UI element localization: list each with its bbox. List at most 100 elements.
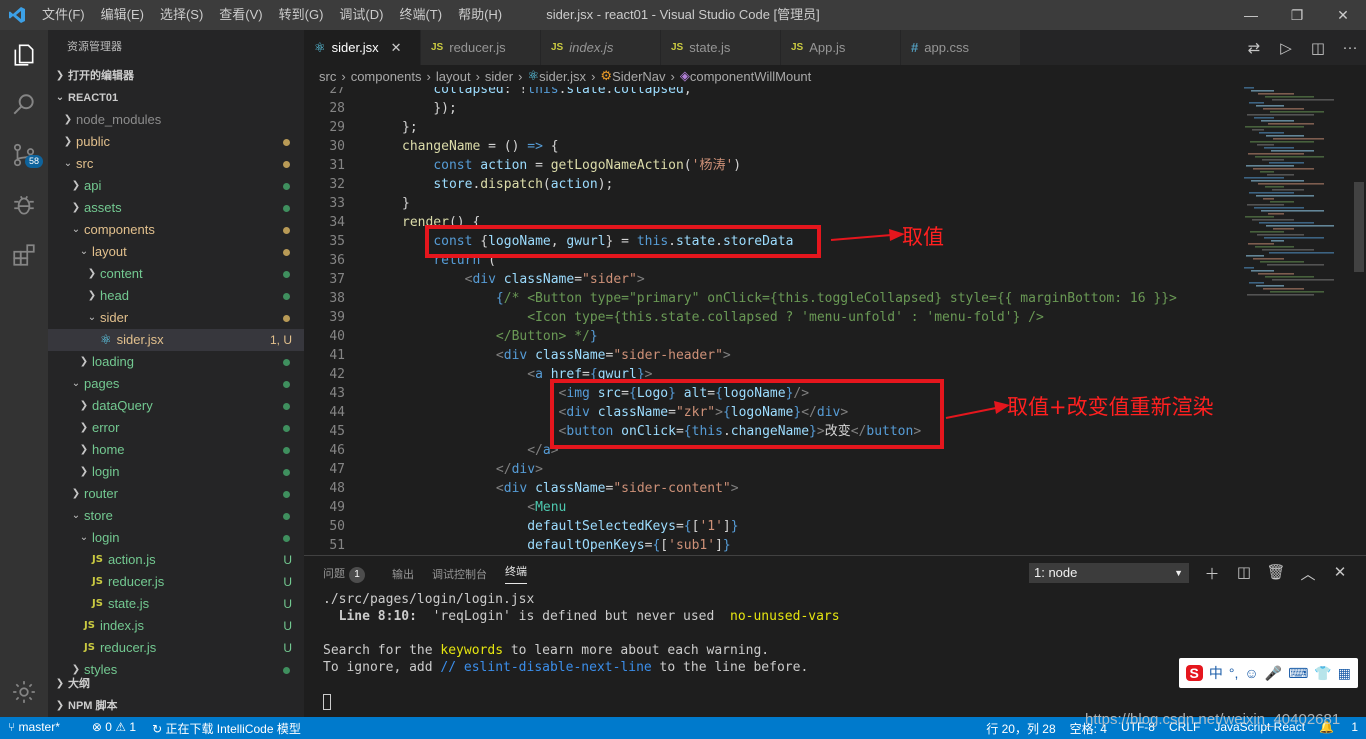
tree-item-reducer-js[interactable]: JS reducer.js U (48, 571, 304, 593)
project-section[interactable]: ⌄ REACT01 (48, 87, 304, 109)
menu-item-2[interactable]: 选择(S) (152, 0, 211, 30)
branch-status[interactable]: ⑂ master* (8, 720, 76, 737)
status-dot (283, 271, 290, 278)
panel-tab-3[interactable]: 终端 (505, 563, 527, 584)
ime-button-0[interactable]: 中 (1209, 663, 1223, 683)
tab-reducer-js[interactable]: JS reducer.js (421, 30, 541, 65)
tree-item-pages[interactable]: ⌄ pages (48, 373, 304, 395)
tree-item-layout[interactable]: ⌄ layout (48, 241, 304, 263)
terminal-output[interactable]: ./src/pages/login/login.jsx Line 8:10: '… (304, 591, 1366, 710)
chevron-up-icon[interactable]: ︿ (1292, 563, 1324, 584)
react-file-icon: ⚛ (527, 68, 540, 83)
tree-item-node_modules[interactable]: ❯ node_modules (48, 109, 304, 131)
tree-item-public[interactable]: ❯ public (48, 131, 304, 153)
menu-item-1[interactable]: 编辑(E) (93, 0, 152, 30)
menu-item-5[interactable]: 调试(D) (331, 0, 391, 30)
panel-tab-1[interactable]: 输出 (392, 566, 414, 582)
ime-toolbar[interactable]: S 中 °, ☺ 🎤 ⌨ 👕 ▦ (1178, 658, 1358, 688)
ime-button-1[interactable]: °, (1229, 665, 1239, 681)
breadcrumb-item[interactable]: layout (436, 69, 471, 84)
chevron-right-icon: ❯ (55, 700, 65, 711)
search-icon[interactable] (0, 80, 48, 130)
tree-item-index-js[interactable]: JS index.js U (48, 615, 304, 637)
editor-scrollbar[interactable] (1352, 87, 1366, 553)
tree-item-loading[interactable]: ❯ loading (48, 351, 304, 373)
ime-button-5[interactable]: 👕 (1314, 665, 1331, 682)
close-panel-icon[interactable]: ✕ (1324, 563, 1356, 584)
breadcrumb-item[interactable]: components (351, 69, 422, 84)
gear-icon[interactable] (0, 667, 48, 717)
tree-item-assets[interactable]: ❯ assets (48, 197, 304, 219)
tree-item-login[interactable]: ❯ login (48, 461, 304, 483)
minimap[interactable] (1242, 87, 1352, 297)
tree-item-store[interactable]: ⌄ store (48, 505, 304, 527)
close-icon[interactable]: ✕ (1320, 0, 1366, 30)
source-control-icon[interactable]: 58 (0, 130, 48, 180)
line-number: 43 (329, 386, 345, 401)
minimize-icon[interactable]: — (1228, 0, 1274, 30)
breadcrumb-item[interactable]: SiderNav (612, 69, 665, 84)
scrollbar-thumb[interactable] (1354, 182, 1364, 272)
tree-item-action-js[interactable]: JS action.js U (48, 549, 304, 571)
tree-item-src[interactable]: ⌄ src (48, 153, 304, 175)
breadcrumb-item[interactable]: sider.jsx (539, 69, 586, 84)
tree-item-head[interactable]: ❯ head (48, 285, 304, 307)
more-actions-icon[interactable]: ··· (1334, 39, 1366, 56)
tree-item-sider[interactable]: ⌄ sider (48, 307, 304, 329)
menu-item-0[interactable]: 文件(F) (34, 0, 93, 30)
close-tab-icon[interactable]: ✕ (391, 40, 402, 56)
tree-item-reducer-js[interactable]: JS reducer.js U (48, 637, 304, 659)
open-changes-icon[interactable]: ⇄ (1238, 39, 1270, 57)
breadcrumb-item[interactable]: sider (485, 69, 513, 84)
cursor-position[interactable]: 行 20，列 28 (986, 720, 1055, 737)
tree-item-sider-jsx[interactable]: ⚛ sider.jsx 1, U (48, 329, 304, 351)
panel-tab-0[interactable]: 问题 1 (323, 565, 374, 583)
tree-item-dataQuery[interactable]: ❯ dataQuery (48, 395, 304, 417)
outline-section[interactable]: ❯ 大纲 (48, 673, 304, 695)
tree-item-error[interactable]: ❯ error (48, 417, 304, 439)
run-icon[interactable]: ▷ (1270, 39, 1302, 57)
tree-item-label: sider.jsx (116, 332, 164, 347)
tree-item-router[interactable]: ❯ router (48, 483, 304, 505)
tree-item-components[interactable]: ⌄ components (48, 219, 304, 241)
intellicode-status[interactable]: ↻ 正在下载 IntelliCode 模型 (152, 720, 317, 737)
debug-icon[interactable] (0, 180, 48, 230)
trash-icon[interactable]: 🗑 (1260, 563, 1292, 584)
ime-button-4[interactable]: ⌨ (1288, 665, 1308, 682)
problems-status[interactable]: ⊗ 0 ⚠ 1 (92, 720, 136, 737)
ime-button-3[interactable]: 🎤 (1265, 665, 1282, 682)
chevron-down-icon: ⌄ (79, 246, 89, 257)
js-file-icon: JS (92, 576, 103, 587)
tree-item-home[interactable]: ❯ home (48, 439, 304, 461)
ime-button-2[interactable]: ☺ (1244, 665, 1258, 681)
terminal-select[interactable]: 1: node ▼ (1029, 563, 1189, 583)
npm-scripts-section[interactable]: ❯ NPM 脚本 (48, 695, 304, 717)
tree-item-api[interactable]: ❯ api (48, 175, 304, 197)
menu-item-3[interactable]: 查看(V) (211, 0, 270, 30)
tab-app-css[interactable]: # app.css (901, 30, 1021, 65)
menu-item-4[interactable]: 转到(G) (271, 0, 332, 30)
ime-button-6[interactable]: ▦ (1338, 665, 1351, 682)
menu-item-7[interactable]: 帮助(H) (450, 0, 510, 30)
plus-icon[interactable]: ＋ (1196, 563, 1228, 584)
split-terminal-icon[interactable]: ◫ (1228, 563, 1260, 584)
maximize-icon[interactable]: ❐ (1274, 0, 1320, 30)
line-number: 34 (329, 215, 345, 230)
panel-tab-2[interactable]: 调试控制台 (432, 566, 487, 582)
code-editor[interactable]: 51 defaultOpenKeys={['sub1']} 50 defaultS… (304, 87, 1366, 553)
split-editor-icon[interactable]: ◫ (1302, 39, 1334, 57)
breadcrumb-item[interactable]: componentWillMount (690, 69, 811, 84)
breadcrumb-item[interactable]: src (319, 69, 336, 84)
tree-item-login[interactable]: ⌄ login (48, 527, 304, 549)
tab-App-js[interactable]: JS App.js (781, 30, 901, 65)
tree-item-content[interactable]: ❯ content (48, 263, 304, 285)
explorer-icon[interactable] (0, 30, 48, 80)
tab-sider-jsx[interactable]: ⚛ sider.jsx ✕ (304, 30, 421, 65)
tab-index-js[interactable]: JS index.js (541, 30, 661, 65)
tab-state-js[interactable]: JS state.js (661, 30, 781, 65)
menu-item-6[interactable]: 终端(T) (391, 0, 450, 30)
open-editors-section[interactable]: ❯ 打开的编辑器 (48, 65, 304, 87)
extensions-icon[interactable] (0, 230, 48, 280)
tree-item-state-js[interactable]: JS state.js U (48, 593, 304, 615)
chevron-right-icon: ❯ (87, 290, 97, 301)
